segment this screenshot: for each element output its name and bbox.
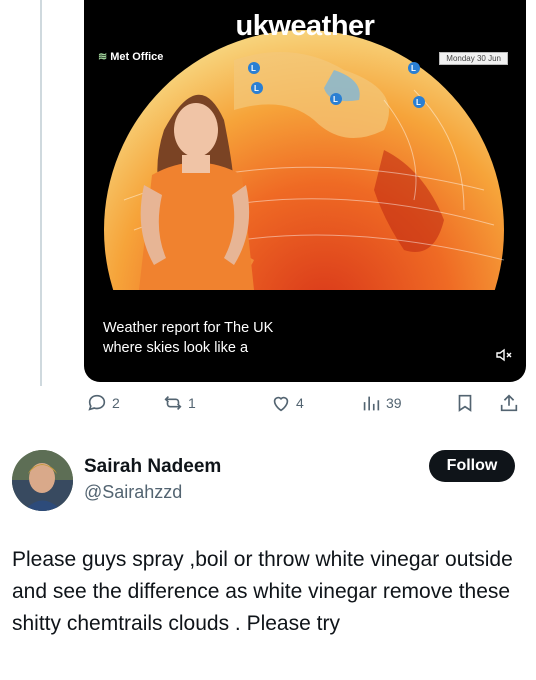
like-button[interactable]: 4	[270, 392, 304, 414]
embedded-video[interactable]: L L L L L ukweather ≋ Met Office Monday 3…	[84, 0, 526, 382]
tweet-action-bar: 2 1 4 39	[84, 392, 526, 418]
like-count: 4	[296, 395, 304, 411]
bookmark-button[interactable]	[454, 392, 476, 414]
reply-icon	[88, 394, 106, 411]
share-button[interactable]	[498, 392, 520, 414]
svg-text:L: L	[411, 64, 416, 73]
like-icon	[273, 396, 289, 412]
svg-text:L: L	[416, 98, 421, 107]
caption-line-2: where skies look like a	[103, 340, 249, 356]
reply-count: 2	[112, 395, 120, 411]
reply-text: Please guys spray ,boil or throw white v…	[12, 548, 513, 635]
svg-text:L: L	[251, 64, 256, 73]
svg-text:L: L	[254, 84, 259, 93]
repost-count: 1	[188, 395, 196, 411]
reply-author-handle[interactable]: @Sairahzzd	[84, 482, 182, 503]
leaf-icon: ≋	[98, 51, 108, 63]
bookmark-icon	[458, 394, 472, 412]
caption-line-1: Weather report for The UK	[103, 320, 274, 336]
follow-button[interactable]: Follow	[429, 450, 515, 482]
avatar[interactable]	[12, 450, 73, 511]
views-button[interactable]: 39	[360, 392, 402, 414]
date-label: Monday 30 Jun	[439, 52, 508, 65]
muted-speaker-icon[interactable]	[496, 348, 512, 365]
svg-text:L: L	[333, 95, 338, 104]
reply-button[interactable]: 2	[86, 392, 120, 414]
thread-connector-line	[40, 0, 42, 386]
brand-label: Met Office	[110, 51, 164, 63]
reply-author-name[interactable]: Sairah Nadeem	[84, 456, 221, 478]
repost-button[interactable]: 1	[162, 392, 196, 414]
video-caption: Weather report for The UK where skies lo…	[103, 318, 363, 358]
share-icon	[500, 394, 518, 412]
views-count: 39	[386, 395, 402, 411]
views-icon	[363, 396, 380, 411]
met-office-logo: ≋ Met Office	[98, 50, 163, 63]
repost-icon	[164, 395, 182, 411]
video-title-overlay: ukweather	[235, 10, 375, 42]
